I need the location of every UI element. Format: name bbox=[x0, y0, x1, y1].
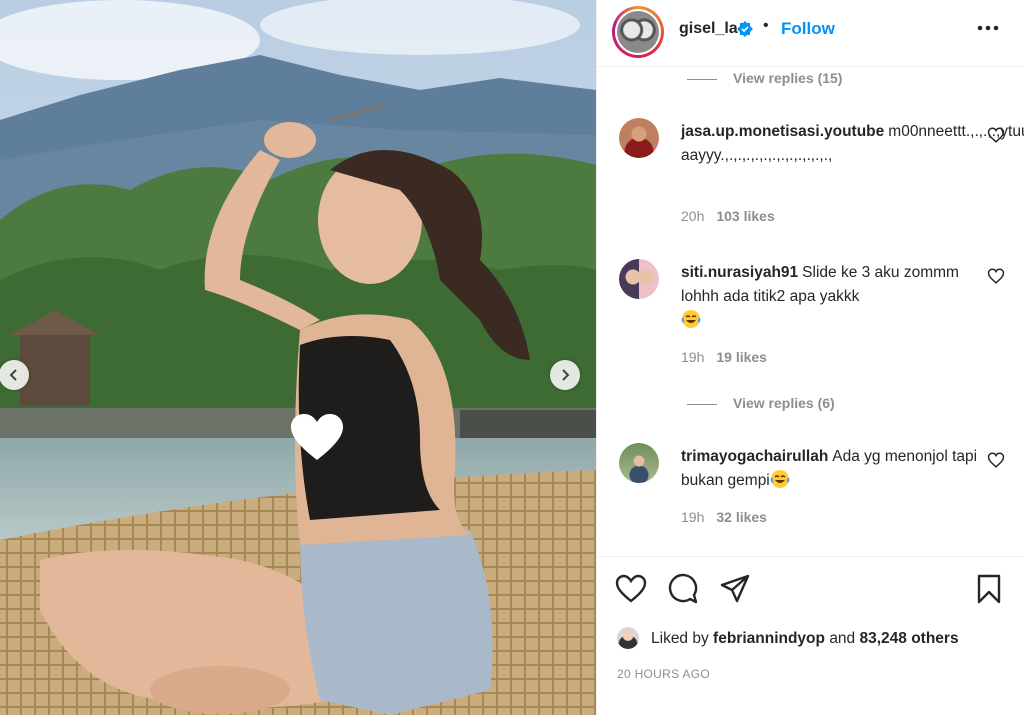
chevron-right-icon bbox=[562, 369, 570, 381]
comment-icon[interactable] bbox=[667, 573, 699, 605]
post-photo[interactable] bbox=[0, 0, 596, 715]
commenter-username[interactable]: jasa.up.monetisasi.youtube bbox=[681, 123, 884, 140]
comment-time: 19h bbox=[681, 349, 705, 365]
post-details-panel: gisel_la • Follow View replies (15) jasa… bbox=[596, 0, 1024, 715]
heart-icon[interactable] bbox=[987, 126, 1005, 144]
comment-likes[interactable]: 32 likes bbox=[716, 509, 767, 525]
heart-icon[interactable] bbox=[987, 451, 1005, 469]
commenter-avatar[interactable] bbox=[619, 259, 659, 299]
comment-meta: 19h 32 likes bbox=[681, 509, 779, 525]
verified-badge-icon bbox=[737, 21, 753, 37]
comment-likes[interactable]: 19 likes bbox=[716, 349, 767, 365]
liker-avatar[interactable] bbox=[617, 627, 639, 649]
action-bar bbox=[597, 573, 1024, 607]
comment-likes[interactable]: 103 likes bbox=[716, 208, 774, 224]
separator-dot: • bbox=[763, 17, 769, 34]
commenter-avatar[interactable] bbox=[619, 118, 659, 158]
bookmark-icon[interactable] bbox=[973, 573, 1005, 605]
comment-meta: 19h 19 likes bbox=[681, 349, 779, 365]
follow-button[interactable]: Follow bbox=[781, 19, 835, 39]
post-footer: Liked by febriannindyop and 83,248 other… bbox=[597, 556, 1024, 716]
more-options-icon[interactable] bbox=[975, 18, 1001, 38]
likes-count[interactable]: 83,248 others bbox=[860, 630, 959, 647]
heart-sticker-icon bbox=[291, 414, 343, 462]
heart-icon[interactable] bbox=[987, 267, 1005, 285]
post-timestamp[interactable]: 20 HOURS AGO bbox=[617, 667, 710, 681]
author-username[interactable]: gisel_la bbox=[679, 20, 738, 38]
chevron-left-icon bbox=[9, 369, 17, 381]
liker-username[interactable]: febriannindyop bbox=[713, 630, 825, 647]
previous-slide-button[interactable] bbox=[0, 360, 29, 390]
next-slide-button[interactable] bbox=[550, 360, 580, 390]
liked-by-line: Liked by febriannindyop and 83,248 other… bbox=[617, 627, 959, 649]
commenter-username[interactable]: siti.nurasiyah91 bbox=[681, 264, 798, 281]
commenter-avatar[interactable] bbox=[619, 443, 659, 483]
comment-meta: 20h 103 likes bbox=[681, 208, 787, 224]
commenter-username[interactable]: trimayogachairullah bbox=[681, 448, 828, 465]
author-avatar[interactable] bbox=[612, 6, 664, 58]
view-replies-button[interactable]: View replies (6) bbox=[687, 395, 835, 411]
comments-list[interactable]: View replies (15) jasa.up.monetisasi.you… bbox=[597, 67, 1024, 554]
tears-of-joy-emoji-icon bbox=[770, 470, 790, 488]
comment-time: 20h bbox=[681, 208, 705, 224]
comment-time: 19h bbox=[681, 509, 705, 525]
tears-of-joy-emoji-icon bbox=[681, 310, 701, 328]
heart-icon[interactable] bbox=[615, 573, 647, 605]
post-image bbox=[0, 0, 596, 715]
post-header: gisel_la • Follow bbox=[597, 0, 1024, 67]
share-icon[interactable] bbox=[719, 573, 751, 605]
view-replies-button[interactable]: View replies (15) bbox=[687, 70, 842, 86]
